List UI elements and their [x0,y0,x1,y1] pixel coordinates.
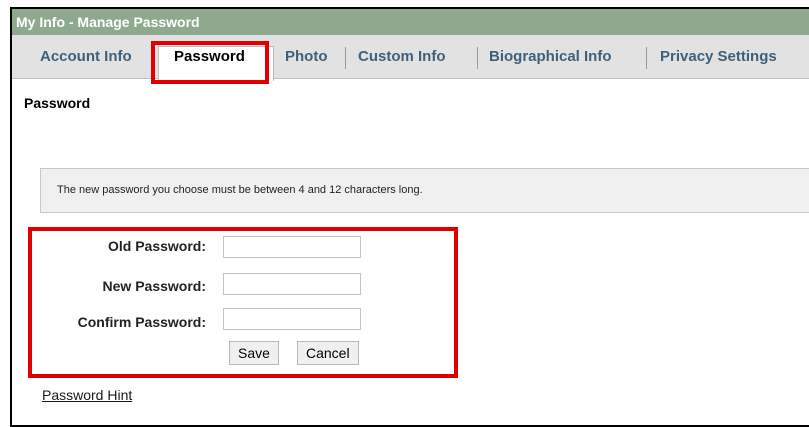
tab-custom-info[interactable]: Custom Info [358,47,446,67]
section-title: Password [24,95,91,111]
password-hint-link[interactable]: Password Hint [42,387,132,403]
notice-box: The new password you choose must be betw… [40,168,809,213]
cancel-button[interactable]: Cancel [297,341,359,365]
save-button[interactable]: Save [229,341,279,365]
confirm-password-label: Confirm Password: [77,314,206,330]
tab-photo[interactable]: Photo [285,47,328,67]
notice-text: The new password you choose must be betw… [57,184,423,196]
password-tab-highlight [151,41,269,84]
tab-biographical-info[interactable]: Biographical Info [489,47,612,67]
page-title: My Info - Manage Password [12,9,809,35]
new-password-field[interactable] [223,273,361,295]
tab-separator [345,47,346,69]
old-password-field[interactable] [223,236,361,258]
confirm-password-field[interactable] [223,308,361,330]
tab-separator [477,47,478,69]
tab-bar-labels: Password Photo Custom Info Biographical … [12,35,809,79]
tab-separator [646,47,647,69]
new-password-label: New Password: [102,278,206,294]
old-password-label: Old Password: [107,238,206,254]
tab-privacy-settings[interactable]: Privacy Settings [660,47,777,67]
